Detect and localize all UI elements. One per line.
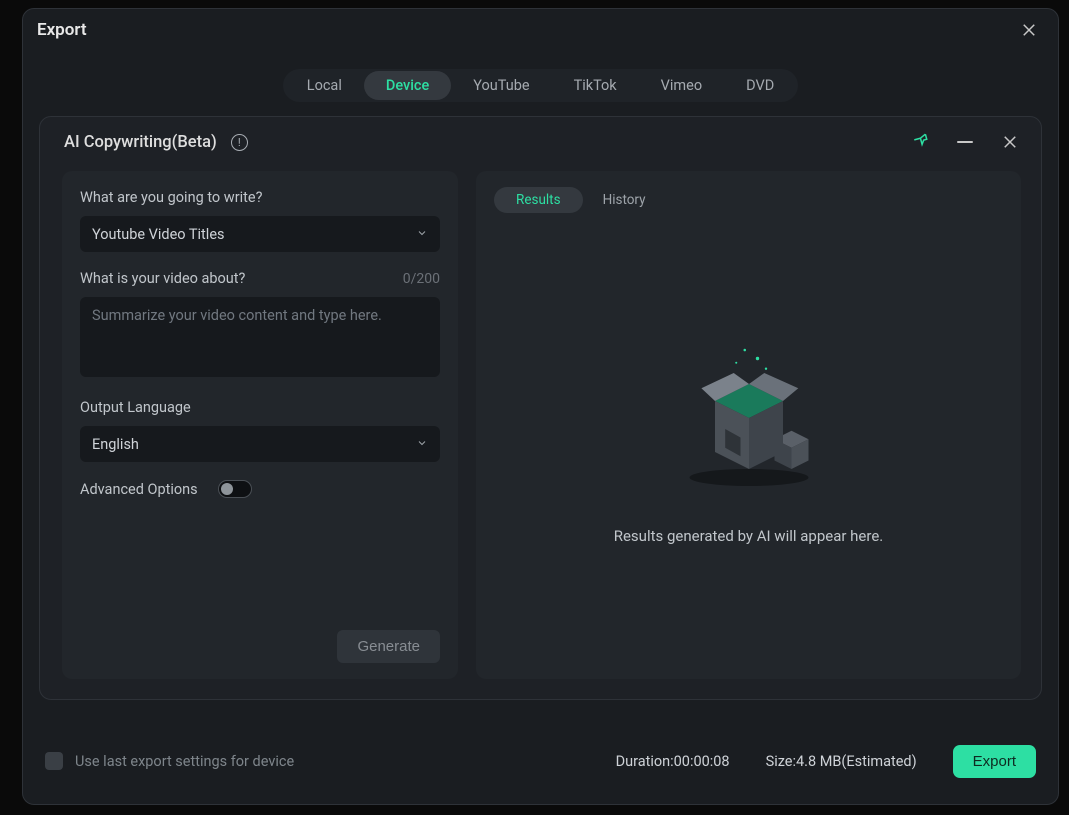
info-icon[interactable]: ! <box>231 134 248 151</box>
tab-youtube[interactable]: YouTube <box>451 71 551 100</box>
tab-local[interactable]: Local <box>285 71 364 100</box>
dialog-footer: Use last export settings for device Dura… <box>23 718 1058 804</box>
panel-close-button[interactable] <box>999 131 1021 153</box>
chevron-down-icon <box>416 226 428 243</box>
panel-header: AI Copywriting(Beta) ! <box>40 117 1041 153</box>
use-last-label: Use last export settings for device <box>75 753 294 770</box>
results-tab[interactable]: Results <box>494 187 583 213</box>
tab-vimeo[interactable]: Vimeo <box>639 71 724 100</box>
generate-button[interactable]: Generate <box>337 630 440 663</box>
empty-state: Results generated by AI will appear here… <box>492 213 1005 665</box>
form-column: What are you going to write? Youtube Vid… <box>62 171 458 679</box>
tab-tiktok[interactable]: TikTok <box>552 71 639 100</box>
dialog-title: Export <box>37 20 87 40</box>
results-tabs: Results History <box>492 185 1005 213</box>
export-dialog: Export Local Device YouTube TikTok Vimeo… <box>22 8 1059 805</box>
about-textarea[interactable] <box>80 297 440 377</box>
empty-box-icon <box>664 333 834 503</box>
results-column: Results History <box>476 171 1021 679</box>
export-tabs-inner: Local Device YouTube TikTok Vimeo DVD <box>283 69 798 102</box>
advanced-options-label: Advanced Options <box>80 481 198 498</box>
advanced-toggle[interactable] <box>218 480 252 498</box>
about-question-label: What is your video about? <box>80 270 245 287</box>
ai-copywriting-panel: AI Copywriting(Beta) ! What are you goin… <box>39 116 1042 700</box>
size-text: Size:4.8 MB(Estimated) <box>766 753 917 770</box>
dialog-header: Export <box>23 9 1058 41</box>
close-button[interactable] <box>1018 19 1040 41</box>
duration-text: Duration:00:00:08 <box>616 753 730 770</box>
export-button[interactable]: Export <box>953 745 1036 778</box>
minimize-button[interactable] <box>957 141 973 143</box>
history-tab[interactable]: History <box>599 187 650 213</box>
write-type-value: Youtube Video Titles <box>92 226 225 243</box>
empty-state-text: Results generated by AI will appear here… <box>614 527 884 545</box>
write-question-label: What are you going to write? <box>80 189 440 206</box>
pin-icon[interactable] <box>913 131 931 153</box>
write-type-select[interactable]: Youtube Video Titles <box>80 216 440 252</box>
output-language-select[interactable]: English <box>80 426 440 462</box>
panel-title: AI Copywriting(Beta) <box>64 133 217 152</box>
output-language-label: Output Language <box>80 399 440 416</box>
export-tabs: Local Device YouTube TikTok Vimeo DVD <box>23 69 1058 102</box>
tab-device[interactable]: Device <box>364 71 451 100</box>
char-count: 0/200 <box>403 271 440 287</box>
output-language-value: English <box>92 436 139 453</box>
use-last-checkbox[interactable] <box>45 752 63 770</box>
tab-dvd[interactable]: DVD <box>724 71 796 100</box>
chevron-down-icon <box>416 436 428 453</box>
